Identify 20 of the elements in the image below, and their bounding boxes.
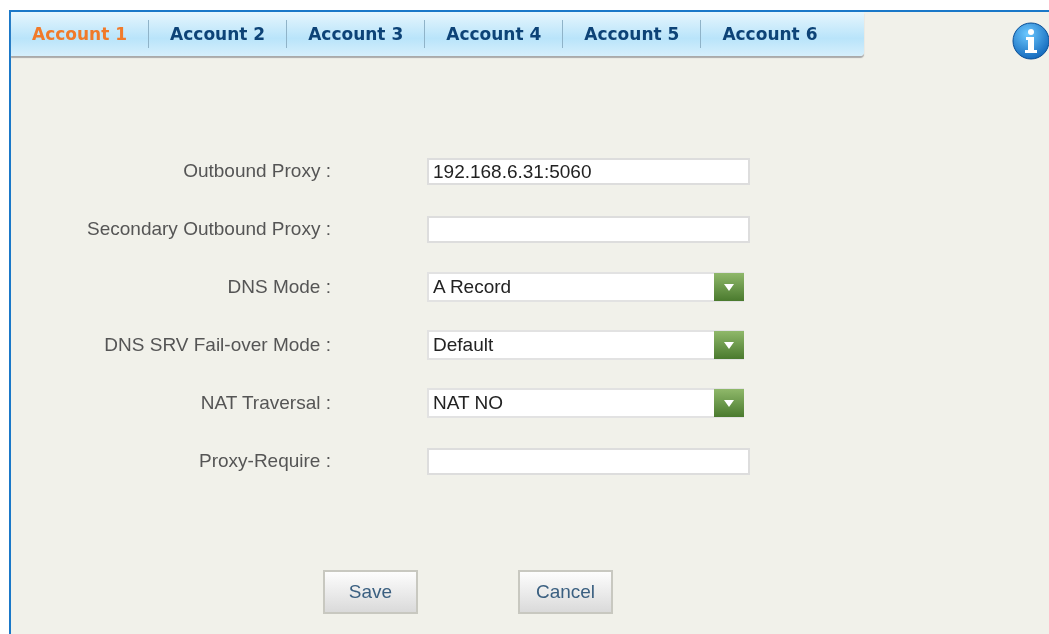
- account-tab[interactable]: Account 6: [700, 20, 839, 48]
- account-tab[interactable]: Account 4: [424, 20, 563, 48]
- save-button[interactable]: Save: [323, 570, 418, 614]
- account-tab[interactable]: Account 2: [148, 20, 287, 48]
- account-tab[interactable]: Account 3: [286, 20, 425, 48]
- field-label: Outbound Proxy :: [182, 160, 331, 182]
- cancel-button[interactable]: Cancel: [518, 570, 613, 614]
- account-tab[interactable]: Account 5: [562, 20, 701, 48]
- field-label: DNS SRV Fail-over Mode :: [103, 334, 331, 356]
- field-label: Secondary Outbound Proxy :: [86, 218, 331, 240]
- text-field[interactable]: [427, 215, 750, 243]
- text-field[interactable]: 192.168.6.31:5060: [427, 157, 750, 185]
- text-field[interactable]: [427, 447, 750, 475]
- dropdown[interactable]: Default: [427, 330, 744, 360]
- info-icon[interactable]: [1011, 21, 1049, 61]
- field-label: NAT Traversal :: [199, 392, 331, 414]
- dropdown[interactable]: A Record: [427, 272, 744, 302]
- field-label: Proxy-Require :: [198, 450, 331, 472]
- dropdown[interactable]: NAT NO: [427, 388, 744, 418]
- field-label: DNS Mode :: [226, 276, 331, 298]
